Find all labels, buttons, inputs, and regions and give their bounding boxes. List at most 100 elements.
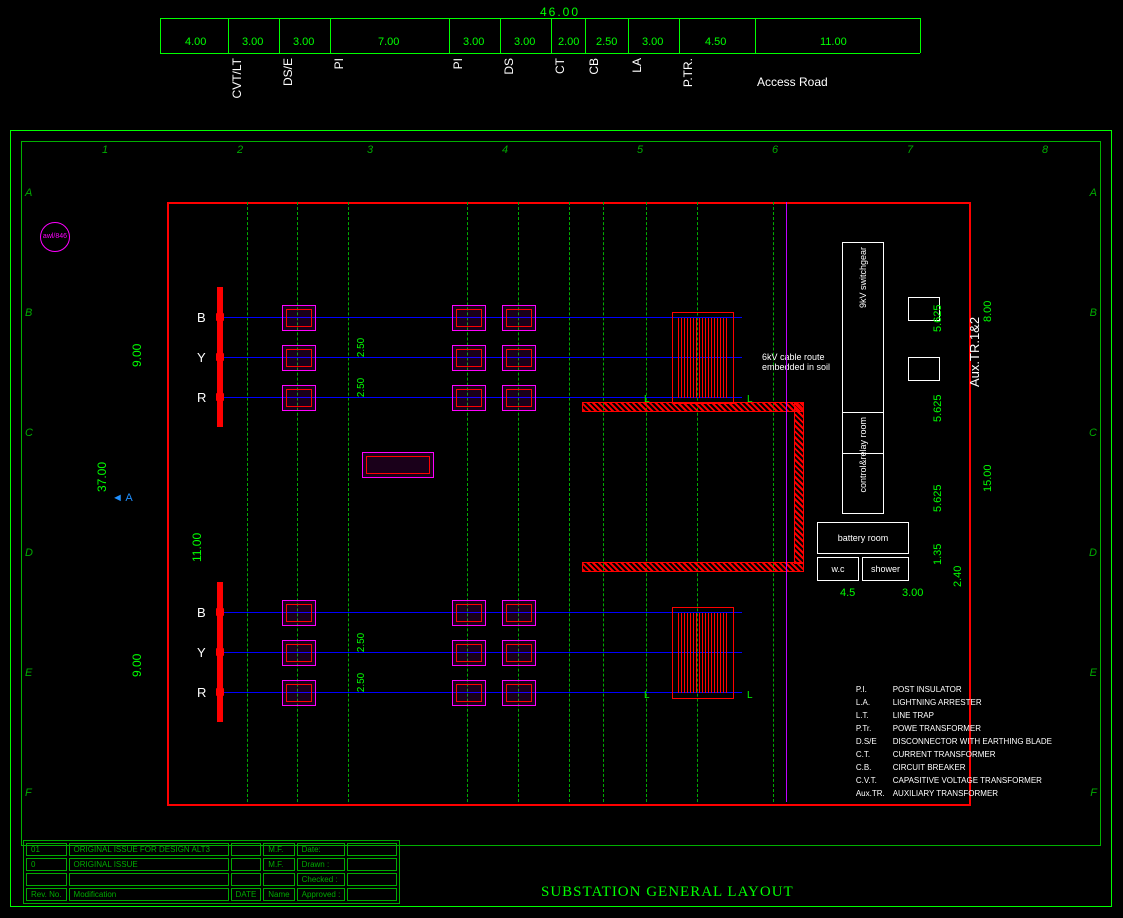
tick (679, 18, 680, 53)
cable-note: 6kV cable route embedded in soil (762, 352, 852, 372)
phase-r: R (197, 685, 206, 700)
dim-9b: 9.00 (130, 654, 144, 677)
gc: 6 (772, 144, 778, 156)
eq-pi (452, 345, 486, 371)
gc: 1 (102, 144, 108, 156)
aux-tr-2 (908, 357, 940, 381)
bay-1 (222, 297, 742, 417)
gr: C (1089, 427, 1097, 439)
eq-ds (502, 600, 536, 626)
dim: 2.50 (596, 36, 617, 48)
dim: 3.00 (293, 36, 314, 48)
rd: 15.00 (982, 464, 994, 492)
vlabel: CT (553, 58, 567, 74)
cl (646, 202, 647, 802)
busdot (216, 608, 224, 616)
rd: 2.40 (952, 566, 964, 587)
eq-ds (282, 345, 316, 371)
power-transformer-2 (672, 607, 734, 699)
dim-37: 37.00 (95, 462, 109, 492)
tick (330, 18, 331, 53)
eq-ds (502, 680, 536, 706)
eq-pi (452, 680, 486, 706)
gc: 5 (637, 144, 643, 156)
L: L (747, 690, 753, 701)
phase-b: B (197, 310, 206, 325)
cl (697, 202, 698, 802)
dim: 3.00 (642, 36, 663, 48)
room-shower: shower (862, 557, 909, 581)
sp: 2.50 (356, 673, 367, 692)
sp: 2.50 (356, 378, 367, 397)
vlabel: Access Road (757, 75, 828, 89)
rd: 4.5 (840, 587, 855, 599)
tick (628, 18, 629, 53)
gr: A (1090, 187, 1097, 199)
cable-trench-h (582, 402, 804, 412)
eq-pi (452, 640, 486, 666)
dimline-top (160, 18, 920, 19)
power-transformer-1 (672, 312, 734, 404)
gr: B (1090, 307, 1097, 319)
vlabel: PI (451, 58, 465, 69)
gr: C (25, 427, 33, 439)
busdot (216, 393, 224, 401)
revision-circle: awl/846 (40, 222, 70, 252)
dim: 4.00 (185, 36, 206, 48)
cl (467, 202, 468, 802)
eq-ds (282, 305, 316, 331)
dim: 11.00 (820, 36, 847, 48)
busdot (216, 688, 224, 696)
dim: 2.00 (558, 36, 579, 48)
rd: 3.00 (902, 587, 923, 599)
gc: 7 (907, 144, 913, 156)
aux-tr-label: Aux.TR.1&2 (967, 317, 982, 387)
rd: 5.625 (932, 304, 944, 332)
dimline-bot (160, 53, 920, 54)
busdot (216, 313, 224, 321)
tick (449, 18, 450, 53)
cl (773, 202, 774, 802)
phase-b: B (197, 605, 206, 620)
tick (279, 18, 280, 53)
vlabel: CB (587, 58, 601, 75)
drawing-frame: 1 2 3 4 5 6 7 8 A B C D E F A B C D E F … (10, 130, 1112, 907)
cl (603, 202, 604, 802)
cable-trench-v (794, 402, 804, 564)
gr: B (25, 307, 32, 319)
section-a-left: ◄ A (112, 492, 133, 504)
eq-ds (502, 385, 536, 411)
fence-east (786, 202, 787, 802)
gr: E (1090, 667, 1097, 679)
vlabel: DS/E (281, 58, 295, 86)
busdot (216, 648, 224, 656)
dim-9a: 9.00 (130, 344, 144, 367)
vlabel: PI (332, 58, 346, 69)
rd: 8.00 (982, 301, 994, 322)
bay-2 (222, 592, 742, 712)
eq-pi (452, 600, 486, 626)
dim: 7.00 (378, 36, 399, 48)
eq-bus-ds (362, 452, 434, 478)
cable-trench-h2 (582, 562, 804, 572)
tick (755, 18, 756, 53)
phase-r: R (197, 390, 206, 405)
phase-y: Y (197, 350, 206, 365)
cl (518, 202, 519, 802)
gr: E (25, 667, 32, 679)
gc: 4 (502, 144, 508, 156)
phase-y: Y (197, 645, 206, 660)
drawing-title: SUBSTATION GENERAL LAYOUT (541, 884, 794, 901)
eq-ds (502, 345, 536, 371)
tick (551, 18, 552, 53)
cl (247, 202, 248, 802)
gc: 8 (1042, 144, 1048, 156)
room-control-relay: control&relay room (842, 412, 884, 514)
gr: A (25, 187, 32, 199)
vlabel: DS (502, 58, 516, 75)
vlabel: CVT/LT (230, 58, 244, 98)
vlabel: LA (630, 58, 644, 73)
dim: 3.00 (463, 36, 484, 48)
top-dimension-bar: 46.00 4.00 3.00 3.00 7.00 3.00 3.00 2.00… (160, 0, 940, 120)
room-battery: battery room (817, 522, 909, 554)
